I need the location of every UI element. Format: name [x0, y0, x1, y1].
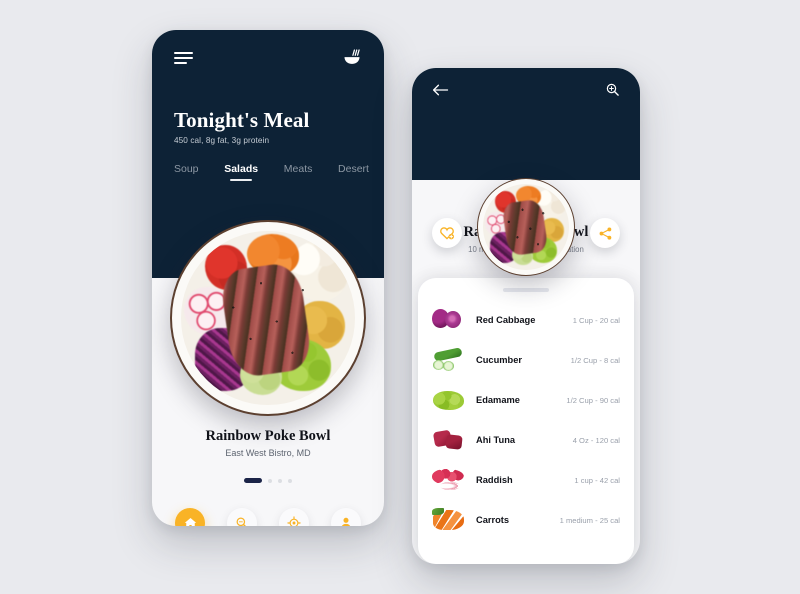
meal-detail-phone: Rainbow Poke Bowl 10 min drive from curr… — [412, 68, 640, 564]
bottom-navigation — [152, 508, 384, 526]
ingredient-name: Carrots — [476, 515, 510, 525]
tab-soup[interactable]: Soup — [174, 163, 199, 181]
ahi-tuna-thumb — [432, 427, 466, 453]
ingredients-list: Red Cabbage 1 Cup - 20 cal Cucumber 1/2 … — [418, 292, 634, 540]
restaurant-name: East West Bistro, MD — [225, 448, 311, 458]
ingredient-amount: 4 Oz - 120 cal — [572, 435, 620, 445]
profile-icon — [341, 517, 351, 526]
carousel-dot-4[interactable] — [288, 478, 292, 483]
category-tabs: Soup Salads Meats Desert — [174, 163, 369, 181]
red-cabbage-thumb — [432, 307, 466, 333]
dish-name: Rainbow Poke Bowl — [205, 428, 331, 444]
list-item[interactable]: Ahi Tuna 4 Oz - 120 cal — [432, 420, 620, 460]
search-icon — [236, 517, 246, 526]
nav-home-button[interactable] — [175, 508, 205, 526]
list-item[interactable]: Cucumber 1/2 Cup - 8 cal — [432, 340, 620, 380]
ingredient-amount: 1/2 Cup - 90 cal — [566, 395, 620, 405]
arrow-left-icon[interactable] — [432, 83, 449, 97]
carrots-thumb — [432, 507, 466, 533]
home-icon — [184, 517, 196, 526]
carousel-dot-3[interactable] — [278, 478, 282, 483]
meal-list-phone: Tonight's Meal 450 cal, 8g fat, 3g prote… — [152, 30, 384, 526]
carousel-indicator — [152, 478, 384, 483]
nav-location-button[interactable] — [279, 508, 309, 526]
carousel-dot-2[interactable] — [268, 478, 272, 483]
page-title: Tonight's Meal — [174, 108, 310, 132]
list-item[interactable]: Raddish 1 cup - 42 cal — [432, 460, 620, 500]
tab-meats[interactable]: Meats — [284, 163, 313, 181]
ingredients-sheet: Red Cabbage 1 Cup - 20 cal Cucumber 1/2 … — [418, 278, 634, 564]
search-zoom-in-icon[interactable] — [605, 82, 620, 97]
tab-desert[interactable]: Desert — [338, 163, 369, 181]
ingredient-name: Red Cabbage — [476, 315, 536, 325]
list-item[interactable]: Red Cabbage 1 Cup - 20 cal — [432, 300, 620, 340]
ingredient-amount: 1 Cup - 20 cal — [572, 315, 620, 325]
ingredient-amount: 1 cup - 42 cal — [574, 475, 620, 485]
cucumber-thumb — [432, 347, 466, 373]
edamame-thumb — [432, 387, 466, 413]
favorite-button[interactable] — [432, 218, 462, 248]
nav-search-button[interactable] — [227, 508, 257, 526]
hamburger-icon[interactable] — [174, 51, 193, 65]
phone2-top-bar — [412, 82, 640, 97]
ingredient-name: Ahi Tuna — [476, 435, 516, 445]
ingredient-name: Cucumber — [476, 355, 522, 365]
list-item[interactable]: Carrots 1 medium - 25 cal — [432, 500, 620, 540]
raddish-thumb — [432, 467, 466, 493]
ingredient-name: Raddish — [476, 475, 513, 485]
share-button[interactable] — [590, 218, 620, 248]
noodle-bowl-icon[interactable] — [342, 48, 362, 68]
hero-dish-image[interactable] — [170, 220, 366, 416]
nutrition-summary: 450 cal, 8g fat, 3g protein — [174, 136, 270, 145]
detail-dish-image[interactable] — [477, 178, 575, 276]
tab-salads[interactable]: Salads — [224, 163, 258, 181]
heart-plus-icon — [440, 227, 454, 240]
ingredient-amount: 1 medium - 25 cal — [559, 515, 620, 525]
list-item[interactable]: Edamame 1/2 Cup - 90 cal — [432, 380, 620, 420]
share-nodes-icon — [599, 226, 611, 240]
phone1-top-bar — [152, 30, 384, 72]
location-target-icon — [287, 516, 301, 526]
ingredient-amount: 1/2 Cup - 8 cal — [570, 355, 620, 365]
nav-profile-button[interactable] — [331, 508, 361, 526]
carousel-dot-1[interactable] — [244, 478, 262, 483]
ingredient-name: Edamame — [476, 395, 520, 405]
